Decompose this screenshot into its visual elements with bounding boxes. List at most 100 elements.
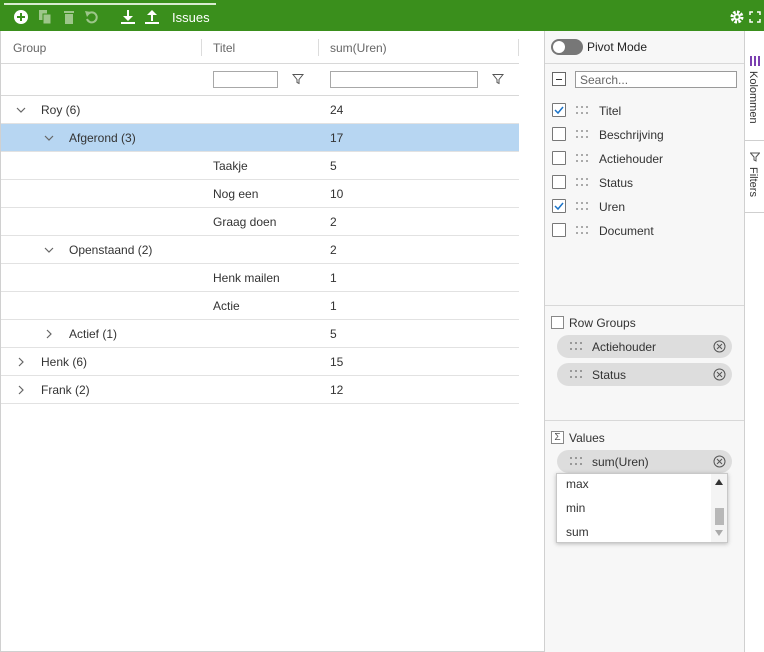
drag-handle-icon[interactable] — [570, 342, 582, 350]
table-row[interactable]: Nog een 10 — [1, 180, 519, 208]
columns-icon — [750, 56, 760, 66]
group-label: Roy (6) — [41, 103, 81, 117]
sum-value: 12 — [330, 383, 344, 397]
column-label: Actiehouder — [599, 152, 664, 166]
remove-icon[interactable] — [713, 340, 726, 353]
remove-icon[interactable] — [713, 368, 726, 381]
group-label: Openstaand (2) — [69, 243, 153, 257]
column-checkbox[interactable] — [552, 151, 566, 165]
column-item-beschrijving[interactable]: Beschrijving — [552, 125, 737, 145]
column-search-input[interactable] — [575, 71, 737, 88]
gear-icon[interactable] — [729, 9, 745, 25]
titel-cell: Graag doen — [213, 215, 277, 229]
dropdown-option-min[interactable]: min — [566, 501, 585, 515]
aggregation-dropdown[interactable]: max min sum — [556, 473, 728, 543]
sum-filter-input[interactable] — [330, 71, 478, 88]
sum-value: 2 — [330, 215, 337, 229]
column-resizer[interactable] — [318, 39, 319, 56]
sigma-icon: Σ — [551, 431, 564, 444]
header-titel[interactable]: Titel — [213, 41, 235, 55]
table-row[interactable]: Actie 1 — [1, 292, 519, 320]
drag-handle-icon[interactable] — [576, 178, 588, 186]
sum-value: 5 — [330, 327, 337, 341]
tab-kolommen[interactable]: Kolommen — [745, 45, 764, 141]
chevron-down-icon[interactable] — [15, 104, 27, 116]
column-label: Titel — [599, 104, 622, 118]
drag-handle-icon[interactable] — [576, 154, 588, 162]
column-checkbox-checked[interactable] — [552, 103, 566, 117]
group-row[interactable]: Openstaand (2) 2 — [1, 236, 519, 264]
select-all-checkbox[interactable] — [552, 72, 566, 86]
delete-icon[interactable] — [61, 9, 77, 25]
header-sum-uren[interactable]: sum(Uren) — [330, 41, 387, 55]
chevron-right-icon[interactable] — [15, 356, 27, 368]
column-resizer[interactable] — [201, 39, 202, 56]
sum-value: 5 — [330, 159, 337, 173]
divider — [545, 420, 744, 421]
table-row[interactable]: Henk mailen 1 — [1, 264, 519, 292]
value-label[interactable]: sum(Uren) — [592, 455, 649, 469]
column-item-uren[interactable]: Uren — [552, 197, 737, 217]
drag-handle-icon[interactable] — [576, 202, 588, 210]
upload-icon[interactable] — [144, 9, 160, 25]
undo-icon[interactable] — [84, 9, 100, 25]
column-item-status[interactable]: Status — [552, 173, 737, 193]
row-group-pill[interactable]: Status — [557, 363, 732, 386]
chevron-right-icon[interactable] — [43, 328, 55, 340]
chevron-down-icon[interactable] — [43, 132, 55, 144]
column-item-titel[interactable]: Titel — [552, 101, 737, 121]
chevron-right-icon[interactable] — [15, 384, 27, 396]
column-checkbox[interactable] — [552, 223, 566, 237]
group-row[interactable]: Frank (2) 12 — [1, 376, 519, 404]
drag-handle-icon[interactable] — [576, 226, 588, 234]
column-checkbox[interactable] — [552, 127, 566, 141]
column-checkbox[interactable] — [552, 175, 566, 189]
drag-handle-icon[interactable] — [570, 457, 582, 465]
column-label: Status — [599, 176, 634, 190]
drag-handle-icon[interactable] — [570, 370, 582, 378]
fullscreen-icon[interactable] — [748, 9, 762, 25]
group-row[interactable]: Actief (1) 5 — [1, 320, 519, 348]
table-row[interactable]: Graag doen 2 — [1, 208, 519, 236]
column-label: Beschrijving — [599, 128, 664, 142]
titel-cell: Henk mailen — [213, 271, 280, 285]
group-label: Henk (6) — [41, 355, 88, 369]
remove-icon[interactable] — [713, 455, 726, 468]
row-groups-title: Row Groups — [569, 316, 636, 330]
copy-icon[interactable] — [37, 9, 53, 25]
column-item-actiehouder[interactable]: Actiehouder — [552, 149, 737, 169]
column-resizer[interactable] — [518, 39, 519, 56]
dropdown-scrollbar[interactable] — [711, 474, 727, 542]
group-row[interactable]: Henk (6) 15 — [1, 348, 519, 376]
tool-panel: Pivot Mode Titel Beschrijving Actiehoude… — [544, 31, 744, 652]
add-icon[interactable] — [13, 9, 29, 25]
filter-icon[interactable] — [492, 73, 504, 85]
column-item-document[interactable]: Document — [552, 221, 737, 241]
dropdown-option-sum[interactable]: sum — [566, 525, 589, 539]
value-pill[interactable]: sum(Uren) — [557, 450, 732, 473]
sum-value: 10 — [330, 187, 344, 201]
dropdown-option-max[interactable]: max — [566, 477, 589, 491]
tab-filters[interactable]: Filters — [745, 141, 764, 213]
row-group-label: Actiehouder — [592, 340, 657, 354]
filter-icon[interactable] — [292, 73, 304, 85]
table-row[interactable]: Taakje 5 — [1, 152, 519, 180]
titel-filter-input[interactable] — [213, 71, 278, 88]
group-row-selected[interactable]: Afgerond (3) 17 — [1, 124, 519, 152]
divider — [545, 63, 744, 64]
download-icon[interactable] — [120, 9, 136, 25]
row-group-pill[interactable]: Actiehouder — [557, 335, 732, 358]
column-checkbox-checked[interactable] — [552, 199, 566, 213]
group-row[interactable]: Roy (6) 24 — [1, 96, 519, 124]
sum-value: 1 — [330, 271, 337, 285]
drag-handle-icon[interactable] — [576, 130, 588, 138]
pivot-mode-toggle[interactable] — [551, 39, 583, 55]
chevron-down-icon[interactable] — [43, 244, 55, 256]
filter-icon — [750, 152, 760, 162]
scrollbar-thumb[interactable] — [715, 508, 724, 525]
header-group[interactable]: Group — [13, 41, 46, 55]
group-label: Afgerond (3) — [69, 131, 136, 145]
scroll-up-icon[interactable] — [715, 479, 723, 485]
scroll-down-icon[interactable] — [715, 530, 723, 536]
drag-handle-icon[interactable] — [576, 106, 588, 114]
